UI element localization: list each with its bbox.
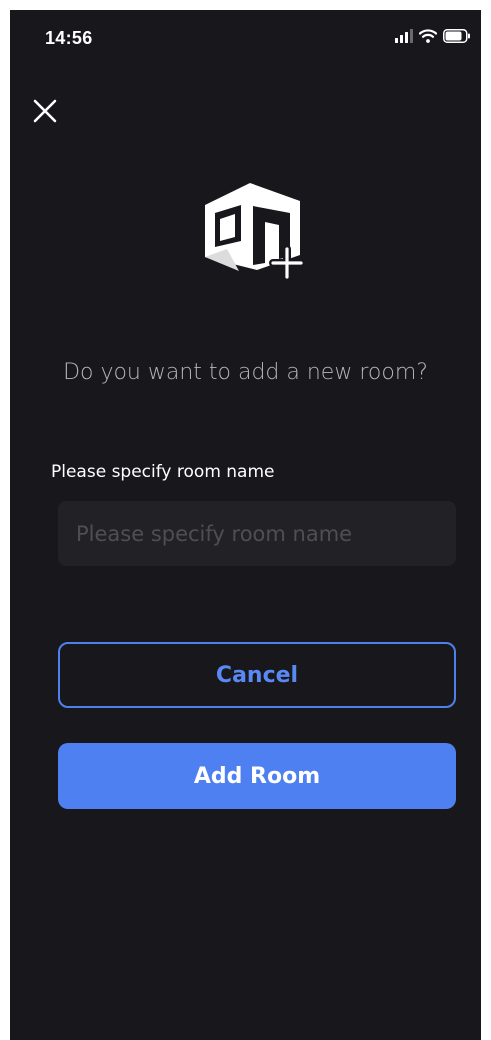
- room-name-input[interactable]: [58, 501, 456, 566]
- battery-icon: [443, 28, 471, 48]
- status-icons: [395, 28, 471, 48]
- add-room-screen: 14:56 Do you want to add a new room? Ple…: [10, 10, 481, 1040]
- cancel-button[interactable]: Cancel: [58, 642, 456, 708]
- close-icon: [33, 99, 57, 123]
- wifi-icon: [418, 28, 438, 48]
- add-room-button[interactable]: Add Room: [58, 743, 456, 809]
- add-room-icon: [195, 175, 315, 285]
- status-time: 14:56: [45, 28, 93, 48]
- signal-icon: [395, 28, 413, 48]
- close-button[interactable]: [30, 96, 60, 126]
- status-bar: 14:56: [10, 10, 481, 62]
- room-name-label: Please specify room name: [51, 462, 275, 482]
- add-room-prompt: Do you want to add a new room?: [63, 360, 428, 385]
